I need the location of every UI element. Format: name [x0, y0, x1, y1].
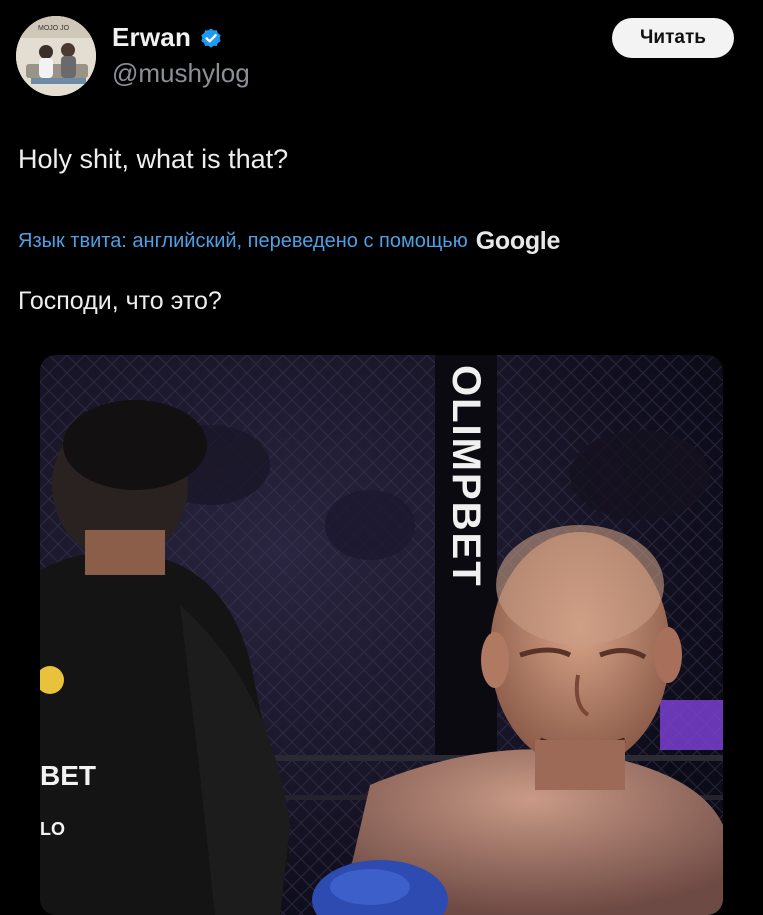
translation-attribution: Язык твита: английский, переведено с пом… — [18, 227, 560, 256]
google-logo: Google — [475, 227, 561, 255]
translated-text: Господи, что это? — [18, 287, 222, 315]
follow-button[interactable]: Читать — [612, 18, 734, 58]
avatar-image: MOJO JO — [16, 16, 96, 96]
display-name[interactable]: Erwan — [112, 22, 191, 53]
tweet-media-video[interactable]: OLIMPBET BET LO — [40, 355, 723, 915]
shirt-logo-text: BET — [40, 760, 96, 791]
translation-label[interactable]: Язык твита: английский, переведено с пом… — [18, 230, 468, 253]
verified-badge-icon — [201, 28, 221, 48]
tweet-text: Holy shit, what is that? — [18, 144, 289, 174]
tweet-header: MOJO JO Erwan @mushylog Читать — [0, 0, 763, 110]
avatar[interactable]: MOJO JO — [16, 16, 96, 96]
shirt-lower-text: LO — [40, 819, 65, 839]
user-handle[interactable]: @mushylog — [112, 58, 250, 89]
avatar-caption: MOJO JO — [38, 25, 70, 32]
video-frame: OLIMPBET BET LO — [40, 355, 723, 915]
cage-sponsor-text: OLIMPBET — [444, 365, 488, 588]
